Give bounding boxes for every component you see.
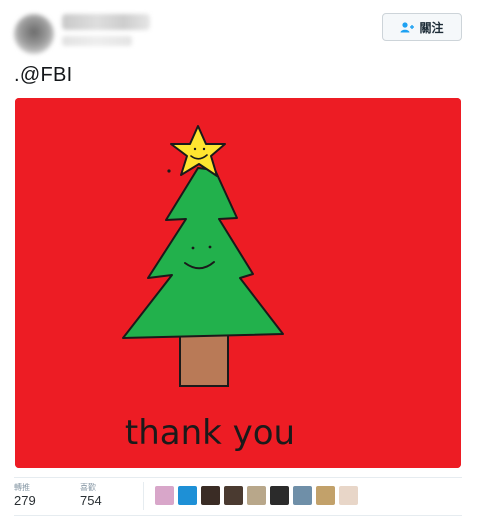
stats-separator [143,482,144,510]
tweet-header: 關注 [0,0,477,60]
liker-avatar[interactable] [224,486,243,505]
tweet-text: .@FBI [14,64,73,86]
likes-label: 喜歡 [80,483,96,492]
likes-stat[interactable]: 喜歡 754 [80,482,102,508]
retweets-count: 279 [14,493,36,508]
liker-avatars [155,486,358,505]
liker-avatar[interactable] [155,486,174,505]
user-handle[interactable] [62,36,132,46]
liker-avatar[interactable] [247,486,266,505]
liker-avatar[interactable] [293,486,312,505]
liker-avatar[interactable] [316,486,335,505]
liker-avatar[interactable] [270,486,289,505]
follow-button[interactable]: 關注 [382,13,462,41]
tweet-media-image[interactable]: thank you [15,98,461,468]
likes-count: 754 [80,493,102,508]
retweets-stat[interactable]: 轉推 279 [14,482,36,508]
liker-avatar[interactable] [339,486,358,505]
liker-avatar[interactable] [201,486,220,505]
image-caption: thank you [125,413,295,453]
tree-trunk [179,333,229,387]
stats-divider-bottom [14,515,462,516]
retweets-label: 轉推 [14,483,30,492]
liker-avatar[interactable] [178,486,197,505]
follow-user-icon [400,21,415,33]
follow-button-label: 關注 [419,20,444,35]
user-display-name[interactable] [62,14,150,30]
stats-divider-top [14,477,462,478]
avatar[interactable] [14,14,54,54]
